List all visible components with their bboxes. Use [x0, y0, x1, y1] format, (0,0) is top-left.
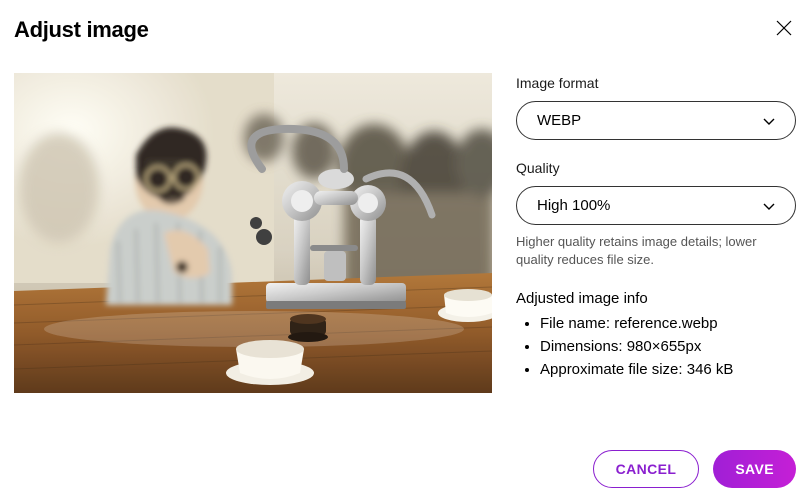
- info-filename: File name: reference.webp: [540, 313, 796, 335]
- chevron-down-icon: [761, 113, 777, 129]
- image-preview: [14, 73, 492, 393]
- info-dimensions: Dimensions: 980×655px: [540, 336, 796, 358]
- quality-value: High 100%: [537, 197, 610, 214]
- info-heading: Adjusted image info: [516, 290, 796, 307]
- dialog-footer: CANCEL SAVE: [14, 440, 796, 488]
- cancel-button[interactable]: CANCEL: [593, 450, 700, 488]
- format-label: Image format: [516, 75, 796, 91]
- close-button[interactable]: [772, 16, 796, 43]
- image-controls: Image format WEBP Quality High 100% High…: [516, 73, 796, 440]
- dialog-title: Adjust image: [14, 17, 149, 43]
- dialog-header: Adjust image: [14, 16, 796, 57]
- dialog-body: Image format WEBP Quality High 100% High…: [14, 57, 796, 440]
- info-list: File name: reference.webp Dimensions: 98…: [516, 313, 796, 381]
- chevron-down-icon: [761, 198, 777, 214]
- save-button[interactable]: SAVE: [713, 450, 796, 488]
- close-icon: [776, 20, 792, 39]
- quality-hint: Higher quality retains image details; lo…: [516, 233, 796, 268]
- format-value: WEBP: [537, 112, 581, 129]
- format-select[interactable]: WEBP: [516, 101, 796, 140]
- info-filesize: Approximate file size: 346 kB: [540, 359, 796, 381]
- quality-select[interactable]: High 100%: [516, 186, 796, 225]
- adjust-image-dialog: Adjust image: [0, 0, 810, 502]
- quality-label: Quality: [516, 160, 796, 176]
